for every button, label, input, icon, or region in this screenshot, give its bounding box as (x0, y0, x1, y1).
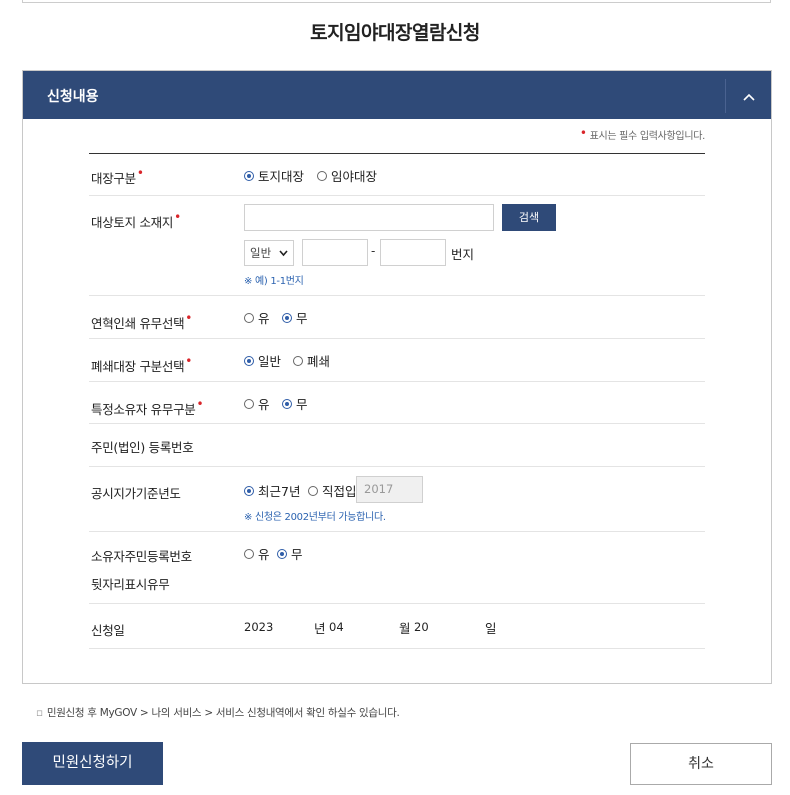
cancel-button[interactable]: 취소 (630, 743, 772, 785)
number-separator: - (371, 244, 376, 258)
apply-month-unit: 월 (399, 621, 411, 636)
label-closed-ledger: 폐쇄대장 구분선택• (91, 354, 193, 374)
page-title: 토지임야대장열람신청 (310, 22, 480, 44)
apply-day: 20 (414, 620, 429, 634)
application-form: 대장구분• 토지대장 임야대장 대상토지 소재지• 검색 일반 - 번지 ※ 예… (89, 153, 705, 649)
radio-recent-7-years[interactable]: 최근7년 (244, 481, 300, 500)
chevron-down-icon (279, 241, 288, 275)
year-hint: ※ 신청은 2002년부터 가능합니다. (244, 512, 386, 523)
radio-circle[interactable] (244, 548, 254, 559)
notice: ▫ 민원신청 후 MyGOV > 나의 서비스 > 서비스 신청내역에서 확인 하… (36, 705, 400, 720)
radio-suffix-yes[interactable]: 유 (244, 544, 270, 563)
address-input[interactable] (244, 204, 494, 231)
row-specific-owner: 특정소유자 유무구분• 유 무 (89, 382, 705, 424)
radio-circle[interactable] (244, 398, 254, 409)
label-history-print: 연혁인쇄 유무선택• (91, 311, 193, 331)
label-apply-date: 신청일 (91, 623, 125, 638)
radio-history-yes[interactable]: 유 (244, 308, 270, 327)
row-owner-id-suffix: 소유자주민등록번호 뒷자리표시유무 유 무 (89, 532, 705, 604)
main-number-input[interactable] (302, 239, 368, 266)
row-resident-number: 주민(법인) 등록번호 (89, 424, 705, 467)
panel-header: 신청내용 (23, 71, 771, 119)
lot-suffix: 번지 (451, 247, 475, 262)
radio-circle[interactable] (244, 355, 254, 366)
radio-circle[interactable] (282, 312, 292, 323)
radio-owner-yes[interactable]: 유 (244, 394, 270, 413)
row-closed-ledger: 폐쇄대장 구분선택• 일반 폐쇄 (89, 339, 705, 382)
application-panel: 신청내용 • 표시는 필수 입력사항입니다. 대장구분• 토지대장 임야대장 대… (22, 70, 772, 684)
label-resident-number: 주민(법인) 등록번호 (91, 440, 194, 455)
row-history-print: 연혁인쇄 유무선택• 유 무 (89, 296, 705, 339)
chevron-up-icon[interactable] (725, 79, 771, 113)
radio-circle[interactable] (244, 485, 254, 496)
row-location: 대상토지 소재지• 검색 일반 - 번지 ※ 예) 1-1번지 (89, 196, 705, 296)
notice-bullet: ▫ (36, 707, 43, 719)
lot-hint: ※ 예) 1-1번지 (244, 276, 304, 287)
radio-circle[interactable] (244, 170, 254, 181)
radio-closed-closed[interactable]: 폐쇄 (293, 351, 330, 370)
year-input[interactable]: 2017 (356, 476, 423, 503)
row-land-price-year: 공시지가기준년도 최근7년 직접입력 2017 ※ 신청은 2002년부터 가능… (89, 467, 705, 532)
search-button[interactable]: 검색 (502, 204, 556, 231)
radio-suffix-no[interactable]: 무 (277, 544, 303, 563)
radio-circle[interactable] (308, 485, 318, 496)
sub-number-input[interactable] (380, 239, 446, 266)
radio-land-ledger[interactable]: 토지대장 (244, 166, 304, 185)
required-note-text: 표시는 필수 입력사항입니다. (589, 131, 706, 142)
apply-year: 2023 (244, 620, 274, 634)
notice-text: 민원신청 후 MyGOV > 나의 서비스 > 서비스 신청내역에서 확인 하실… (46, 707, 400, 719)
radio-circle[interactable] (282, 398, 292, 409)
radio-history-no[interactable]: 무 (282, 308, 308, 327)
panel-title: 신청내용 (47, 89, 99, 105)
label-location: 대상토지 소재지• (91, 210, 181, 230)
radio-circle[interactable] (277, 548, 287, 559)
label-owner-id-line2: 뒷자리표시유무 (91, 577, 170, 592)
radio-forest-ledger[interactable]: 임야대장 (317, 166, 377, 185)
land-type-select[interactable]: 일반 (244, 240, 294, 266)
top-border (22, 0, 771, 3)
apply-month: 04 (329, 620, 344, 634)
label-land-price-year: 공시지가기준년도 (91, 486, 181, 501)
label-ledger-type: 대장구분• (91, 166, 144, 186)
radio-circle[interactable] (244, 312, 254, 323)
apply-year-unit: 년 (314, 621, 326, 636)
label-specific-owner: 특정소유자 유무구분• (91, 397, 204, 417)
radio-circle[interactable] (317, 170, 327, 181)
label-owner-id-line1: 소유자주민등록번호 (91, 549, 192, 564)
row-apply-date: 신청일 2023 년 04 월 20 일 (89, 604, 705, 649)
required-dot: • (579, 126, 587, 140)
radio-owner-no[interactable]: 무 (282, 394, 308, 413)
radio-closed-normal[interactable]: 일반 (244, 351, 281, 370)
required-note: • 표시는 필수 입력사항입니다. (579, 126, 706, 142)
apply-day-unit: 일 (485, 621, 497, 636)
submit-button[interactable]: 민원신청하기 (22, 742, 163, 785)
row-ledger-type: 대장구분• 토지대장 임야대장 (89, 154, 705, 196)
radio-circle[interactable] (293, 355, 303, 366)
